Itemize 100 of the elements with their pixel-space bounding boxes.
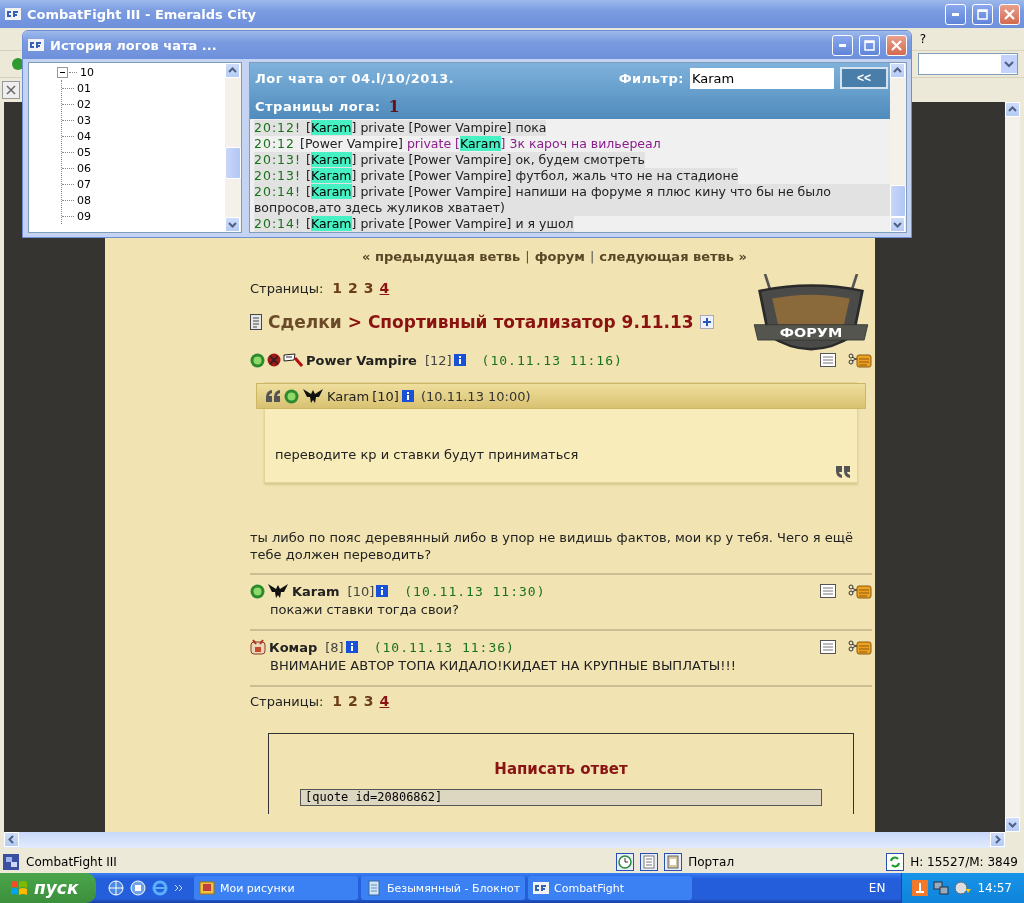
- close-button[interactable]: [999, 3, 1020, 25]
- taskbar-button[interactable]: Мои рисунки: [194, 876, 358, 900]
- media-icon[interactable]: [130, 880, 146, 896]
- minimize-button[interactable]: [945, 3, 966, 25]
- page-link[interactable]: 3: [363, 693, 374, 709]
- page-link[interactable]: 4: [379, 693, 390, 709]
- list-icon[interactable]: [820, 584, 836, 598]
- maximize-button[interactable]: [859, 34, 880, 56]
- clipboard-icon[interactable]: [664, 852, 683, 871]
- scroll-up-button[interactable]: [1005, 102, 1020, 117]
- refresh-icon[interactable]: [886, 852, 905, 871]
- info-icon[interactable]: [453, 354, 466, 366]
- page-link[interactable]: 1: [332, 693, 343, 709]
- scroll-down-button[interactable]: [890, 217, 905, 232]
- scroll-thumb[interactable]: [890, 185, 906, 217]
- tree-item[interactable]: 08: [77, 193, 91, 207]
- orb-icon: [284, 388, 299, 404]
- chevron-icon[interactable]: [174, 883, 184, 893]
- tree-item[interactable]: 04: [77, 129, 91, 143]
- emblem-icon: [250, 639, 266, 655]
- network-icon[interactable]: [933, 880, 950, 896]
- security-icon[interactable]: [954, 880, 973, 896]
- maximize-button[interactable]: [972, 3, 993, 25]
- dropdown-field[interactable]: [918, 53, 1018, 75]
- tree-item[interactable]: 09: [77, 209, 91, 223]
- list-icon[interactable]: [820, 640, 836, 654]
- author-name[interactable]: Power Vampire: [306, 352, 417, 368]
- language-indicator[interactable]: EN: [868, 881, 886, 895]
- tree-item[interactable]: 02: [77, 97, 91, 111]
- tree-item[interactable]: 01: [77, 81, 91, 95]
- list-icon[interactable]: [820, 353, 836, 367]
- tree-item[interactable]: 03: [77, 113, 91, 127]
- taskbar-button[interactable]: CombatFight: [528, 876, 692, 900]
- tree-item[interactable]: 07: [77, 177, 91, 191]
- reply-field[interactable]: [quote id=20806862]: [300, 789, 822, 806]
- pictures-folder-icon: [199, 880, 215, 896]
- tree-item[interactable]: 10: [80, 65, 94, 79]
- scroll-up-button[interactable]: [225, 63, 240, 78]
- taskbar-button[interactable]: Безымянный - Блокнот: [361, 876, 525, 900]
- quote-reply-icon[interactable]: [848, 352, 872, 368]
- info-icon[interactable]: [376, 585, 389, 597]
- info-icon[interactable]: [401, 390, 414, 402]
- author-name[interactable]: Karam: [327, 388, 370, 404]
- page-link[interactable]: 4: [379, 280, 390, 296]
- clock-icon[interactable]: [616, 852, 635, 871]
- page-link[interactable]: 1: [388, 97, 401, 116]
- app-logo-icon: [533, 880, 549, 896]
- scroll-down-button[interactable]: [225, 217, 240, 232]
- author-name[interactable]: Karam: [292, 583, 340, 599]
- page-link[interactable]: 3: [363, 280, 374, 296]
- close-tab-button[interactable]: [2, 81, 20, 99]
- filter-button[interactable]: <<: [840, 67, 888, 89]
- close-icon: [1004, 8, 1015, 20]
- form-title: Написать ответ: [494, 760, 628, 778]
- menu-item[interactable]: ?: [919, 32, 926, 46]
- expander-icon[interactable]: [57, 66, 68, 78]
- page-link[interactable]: 1: [332, 280, 343, 296]
- info-icon[interactable]: [345, 641, 358, 653]
- scroll-down-button[interactable]: [1005, 817, 1020, 832]
- pages-label: Страницы:: [250, 693, 324, 709]
- orb-icon: [250, 352, 265, 368]
- quote-reply-icon[interactable]: [848, 639, 872, 655]
- horizontal-scrollbar[interactable]: [4, 832, 1005, 848]
- tray-app-icon[interactable]: [912, 880, 929, 896]
- minimize-icon: [952, 12, 959, 16]
- nav-separator: |: [525, 249, 530, 264]
- close-button[interactable]: [886, 34, 907, 56]
- tree-item[interactable]: 06: [77, 161, 91, 175]
- vertical-scrollbar[interactable]: [1005, 102, 1020, 832]
- breadcrumb-link[interactable]: Сделки: [268, 312, 342, 332]
- maximize-icon: [864, 39, 875, 51]
- pages-label: Страницы:: [250, 280, 324, 296]
- filter-label: Фильтр:: [618, 70, 684, 86]
- nav-link[interactable]: « предыдущая ветвь: [362, 249, 521, 264]
- author-rank: [8]: [325, 639, 344, 655]
- scroll-up-button[interactable]: [890, 63, 905, 78]
- globe-icon[interactable]: [108, 880, 124, 896]
- nav-link[interactable]: следующая ветвь »: [599, 249, 747, 264]
- quote-close-icon: [835, 466, 851, 478]
- scroll-thumb[interactable]: [225, 146, 241, 179]
- document-icon[interactable]: [640, 852, 659, 871]
- add-icon[interactable]: [699, 315, 714, 329]
- window-title: История логов чата ...: [50, 37, 218, 53]
- tree-item[interactable]: 05: [77, 145, 91, 159]
- author-name[interactable]: Комар: [269, 639, 318, 655]
- quote-reply-icon[interactable]: [848, 583, 872, 599]
- nav-link[interactable]: форум: [534, 249, 585, 264]
- app-icon: [2, 852, 20, 871]
- scroll-right-button[interactable]: [990, 832, 1005, 847]
- start-button[interactable]: пуск: [0, 873, 96, 903]
- minimize-icon: [839, 43, 846, 47]
- minimize-button[interactable]: [832, 34, 853, 56]
- breadcrumb-separator: >: [347, 312, 362, 332]
- tree-scrollbar[interactable]: [225, 63, 241, 232]
- page-link[interactable]: 2: [348, 693, 358, 709]
- scroll-left-button[interactable]: [4, 832, 19, 847]
- log-scrollbar[interactable]: [890, 63, 906, 232]
- topic-icon: [250, 314, 262, 330]
- filter-field[interactable]: Karam: [690, 67, 834, 89]
- page-link[interactable]: 2: [348, 280, 358, 296]
